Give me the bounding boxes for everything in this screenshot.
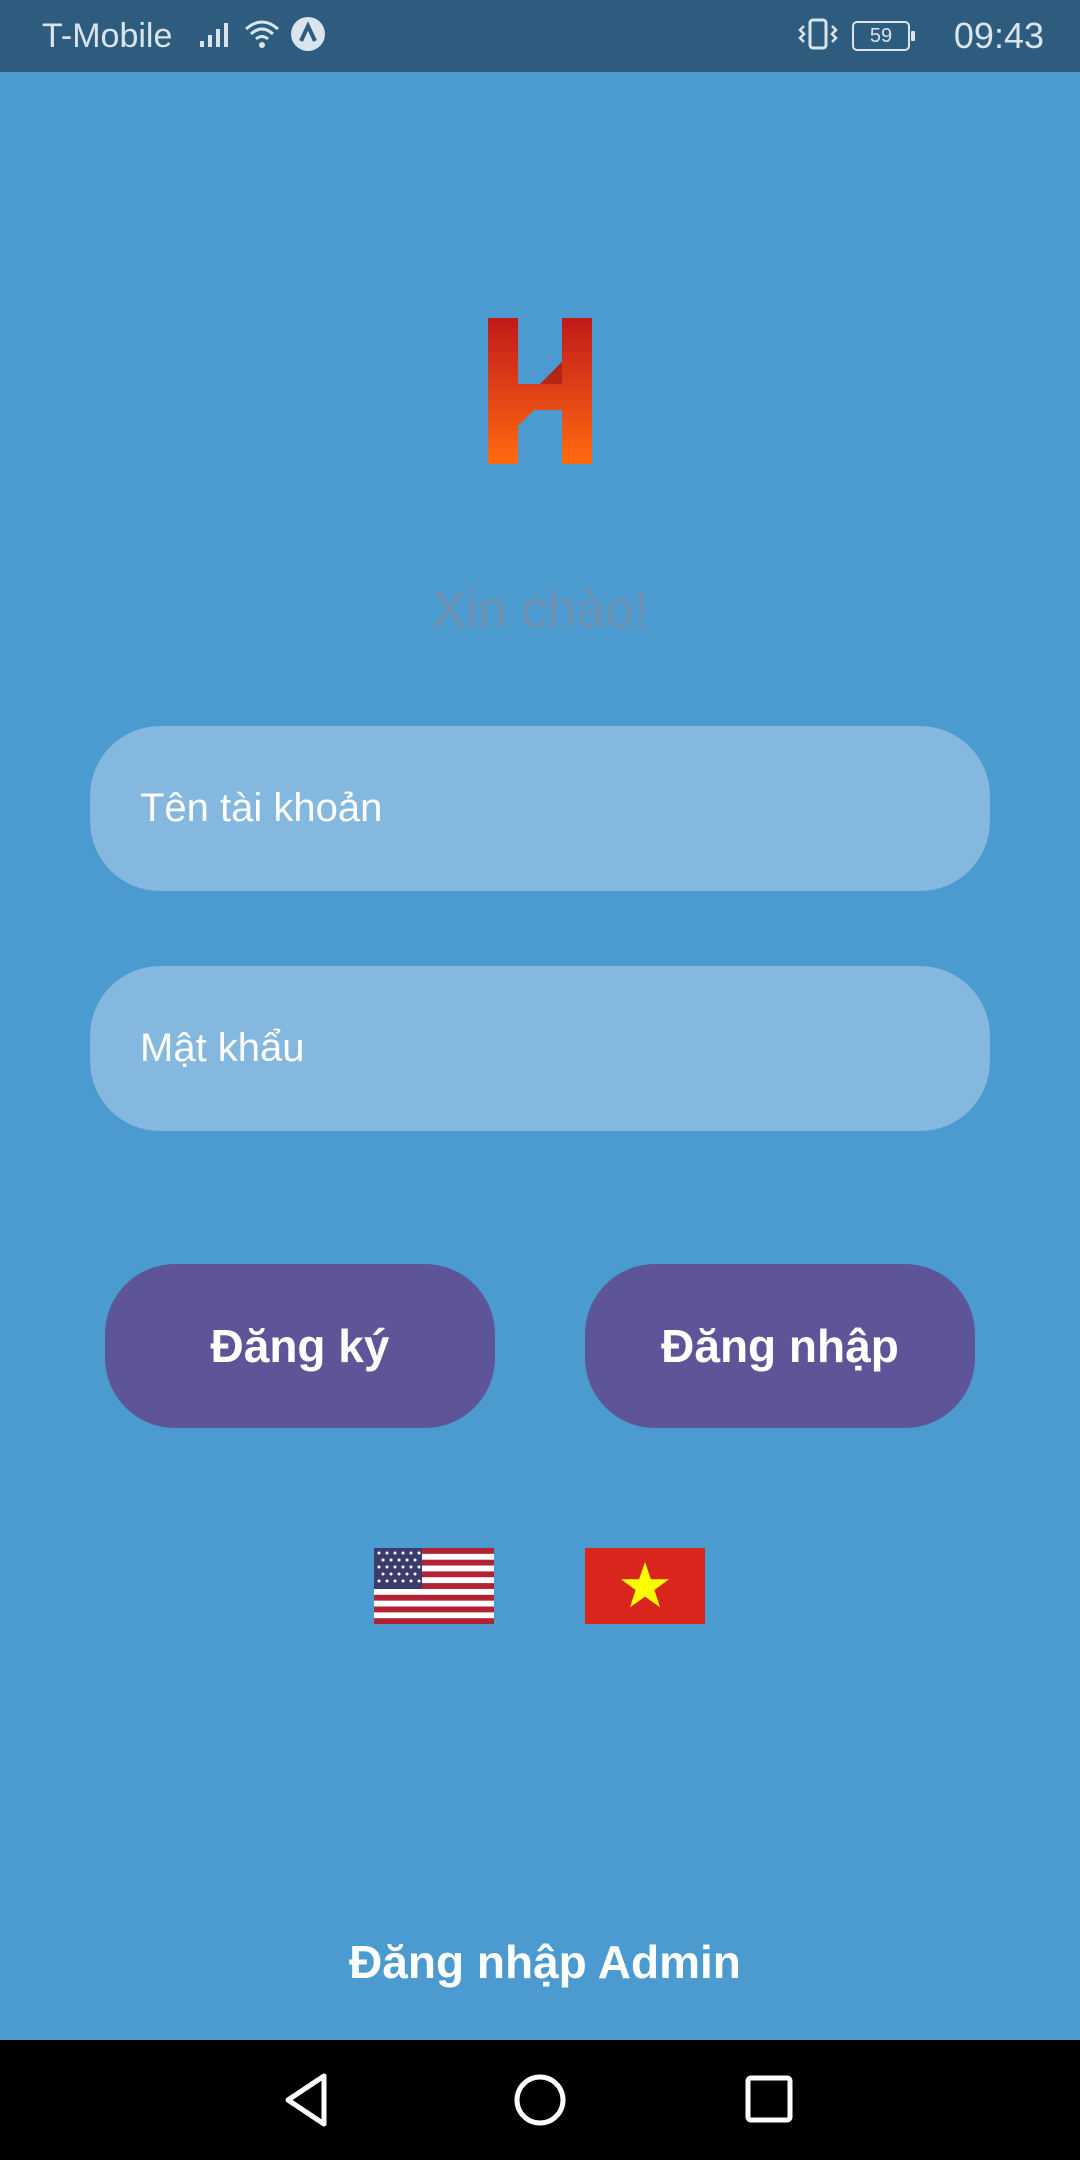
status-bar: T-Mobile 59 09:43 xyxy=(0,0,1080,72)
password-field[interactable] xyxy=(90,966,990,1131)
battery-level: 59 xyxy=(869,25,893,47)
greeting-text: Xin chào! xyxy=(431,581,649,639)
vibrate-icon xyxy=(796,17,840,56)
wifi-icon xyxy=(242,17,282,56)
signal-icon xyxy=(198,19,234,54)
login-button[interactable]: Đăng nhập xyxy=(585,1264,975,1428)
carrier-name: T-Mobile xyxy=(42,17,173,55)
admin-login-link[interactable]: Đăng nhập Admin xyxy=(0,1934,1080,1990)
navigation-bar xyxy=(0,2040,1080,2160)
register-button[interactable]: Đăng ký xyxy=(105,1264,495,1428)
home-icon[interactable] xyxy=(500,2060,580,2140)
status-icons-left xyxy=(198,16,326,56)
clock: 09:43 xyxy=(953,15,1044,56)
password-input[interactable] xyxy=(138,1025,990,1072)
app-notification-icon xyxy=(290,16,326,57)
status-icons-right: 59 xyxy=(796,16,915,56)
username-input[interactable] xyxy=(138,785,990,832)
recent-apps-icon[interactable] xyxy=(730,2060,810,2140)
vietnamese-flag-icon[interactable] xyxy=(585,1548,705,1624)
back-icon[interactable] xyxy=(270,2060,350,2140)
username-field[interactable] xyxy=(90,726,990,891)
battery-icon: 59 xyxy=(852,21,915,51)
app-logo xyxy=(488,318,592,464)
english-flag-icon[interactable] xyxy=(374,1548,494,1624)
